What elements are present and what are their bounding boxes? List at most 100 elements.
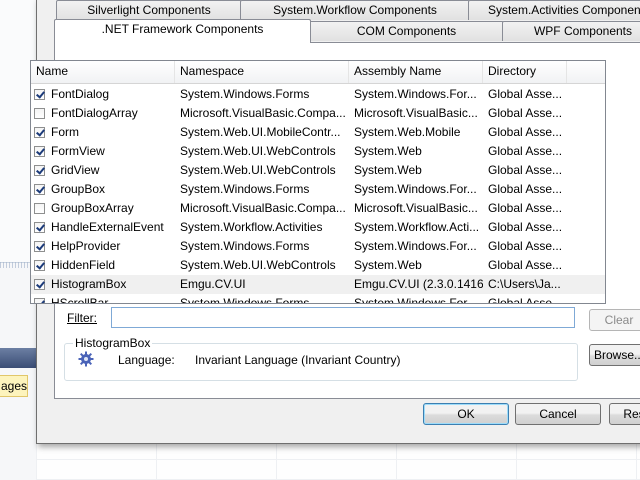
ok-button[interactable]: OK <box>423 403 509 425</box>
list-item[interactable]: Form System.Web.UI.MobileContr... System.W… <box>31 123 605 142</box>
list-item[interactable]: FontDialog System.Windows.Forms System.Win… <box>31 85 605 104</box>
namespace-cell: System.Workflow.Activities <box>180 220 323 234</box>
component-checkbox[interactable] <box>34 241 45 252</box>
assembly-cell: System.Windows.For... <box>354 182 477 196</box>
directory-cell: Global Asse... <box>488 163 563 177</box>
directory-cell: Global Asse... <box>488 220 563 234</box>
list-item[interactable]: GroupBoxArray Microsoft.VisualBasic.Compa… <box>31 199 605 218</box>
component-name: HScrollBar <box>51 296 109 304</box>
namespace-cell: Microsoft.VisualBasic.Compa... <box>180 201 346 215</box>
component-checkbox[interactable] <box>34 298 45 303</box>
column-header-directory[interactable]: Directory <box>483 61 567 83</box>
assembly-cell: System.Web <box>354 258 422 272</box>
name-cell: HiddenField <box>31 256 175 275</box>
tab-wpf-components[interactable]: WPF Components <box>502 21 640 41</box>
list-item[interactable]: FormView System.Web.UI.WebControls System.… <box>31 142 605 161</box>
tab-silverlight-components[interactable]: Silverlight Components <box>56 0 242 20</box>
name-cell: Form <box>31 123 175 142</box>
tab-net-framework-components[interactable]: .NET Framework Components <box>54 19 311 43</box>
list-item[interactable]: HiddenField System.Web.UI.WebControls Syst… <box>31 256 605 275</box>
component-name: Form <box>51 125 79 139</box>
assembly-cell: Emgu.CV.UI (2.3.0.1416) <box>354 277 483 291</box>
list-item[interactable]: HistogramBox Emgu.CV.UI Emgu.CV.UI (2.3.0.… <box>31 275 605 294</box>
list-item[interactable]: HScrollBar System.Windows.Forms System.Win… <box>31 294 605 304</box>
component-checkbox[interactable] <box>34 127 45 138</box>
component-checkbox[interactable] <box>34 165 45 176</box>
component-name: HelpProvider <box>51 239 121 253</box>
list-item[interactable]: GroupBox System.Windows.Forms System.Windo… <box>31 180 605 199</box>
component-checkbox[interactable] <box>34 184 45 195</box>
namespace-cell: System.Windows.Forms <box>180 296 310 304</box>
component-checkbox[interactable] <box>34 146 45 157</box>
component-name: HandleExternalEvent <box>51 220 164 234</box>
assembly-cell: System.Windows.For... <box>354 296 477 304</box>
namespace-cell: System.Web.UI.MobileContr... <box>180 125 341 139</box>
tab-row-top: Silverlight Components System.Workflow C… <box>56 0 640 20</box>
components-list[interactable]: Name Namespace Assembly Name Directory F… <box>30 60 606 304</box>
component-name: HiddenField <box>51 258 116 272</box>
cancel-button[interactable]: Cancel <box>515 403 601 425</box>
directory-cell: Global Asse... <box>488 125 563 139</box>
component-info-title: HistogramBox <box>73 336 153 350</box>
directory-cell: Global Asse... <box>488 239 563 253</box>
assembly-cell: Microsoft.VisualBasic... <box>354 201 478 215</box>
component-checkbox[interactable] <box>34 222 45 233</box>
filter-input[interactable] <box>111 307 575 328</box>
namespace-cell: System.Web.UI.WebControls <box>180 163 336 177</box>
reset-button[interactable]: Reset <box>609 403 640 425</box>
assembly-cell: System.Web.Mobile <box>354 125 461 139</box>
name-cell: HelpProvider <box>31 237 175 256</box>
list-item[interactable]: FontDialogArray Microsoft.VisualBasic.Com… <box>31 104 605 123</box>
namespace-cell: System.Windows.Forms <box>180 182 310 196</box>
component-name: HistogramBox <box>51 277 127 291</box>
filter-label: Filter: <box>67 311 97 325</box>
component-name: FontDialogArray <box>51 106 138 120</box>
directory-cell: Global Asse... <box>488 106 563 120</box>
name-cell: GroupBoxArray <box>31 199 175 218</box>
tab-system-workflow-components[interactable]: System.Workflow Components <box>240 0 470 20</box>
namespace-cell: System.Windows.Forms <box>180 87 310 101</box>
name-cell: HScrollBar <box>31 294 175 304</box>
name-cell: FontDialogArray <box>31 104 175 123</box>
column-header-name[interactable]: Name <box>31 61 175 83</box>
clear-button[interactable]: Clear <box>589 309 640 331</box>
component-checkbox[interactable] <box>34 89 45 100</box>
tab-system-activities-components[interactable]: System.Activities Components <box>468 0 640 20</box>
component-name: FontDialog <box>51 87 110 101</box>
assembly-cell: System.Workflow.Acti... <box>354 220 480 234</box>
assembly-cell: System.Windows.For... <box>354 87 477 101</box>
ide-grid-area <box>36 442 640 480</box>
browse-button[interactable]: Browse... <box>589 344 640 366</box>
name-cell: GridView <box>31 161 175 180</box>
tab-row-bottom: .NET Framework Components COM Components… <box>54 19 640 43</box>
namespace-cell: Emgu.CV.UI <box>180 277 246 291</box>
namespace-cell: System.Web.UI.WebControls <box>180 258 336 272</box>
directory-cell: Global Asse... <box>488 182 563 196</box>
component-name: GridView <box>51 163 100 177</box>
assembly-cell: System.Windows.For... <box>354 239 477 253</box>
list-item[interactable]: GridView System.Web.UI.WebControls System.… <box>31 161 605 180</box>
language-label: Language: <box>118 353 175 367</box>
list-header: Name Namespace Assembly Name Directory <box>31 61 605 84</box>
component-checkbox[interactable] <box>34 108 45 119</box>
ide-tab[interactable]: ages <box>0 375 28 397</box>
list-item[interactable]: HandleExternalEvent System.Workflow.Activ… <box>31 218 605 237</box>
language-value: Invariant Language (Invariant Country) <box>195 353 401 367</box>
namespace-cell: System.Windows.Forms <box>180 239 310 253</box>
gear-icon <box>78 351 94 367</box>
component-checkbox[interactable] <box>34 260 45 271</box>
directory-cell: Global Asse... <box>488 258 563 272</box>
name-cell: HistogramBox <box>31 275 175 294</box>
name-cell: FormView <box>31 142 175 161</box>
component-checkbox[interactable] <box>34 279 45 290</box>
component-name: FormView <box>51 144 105 158</box>
component-checkbox[interactable] <box>34 203 45 214</box>
list-item[interactable]: HelpProvider System.Windows.Forms System.W… <box>31 237 605 256</box>
component-name: GroupBox <box>51 182 106 196</box>
column-header-assembly-name[interactable]: Assembly Name <box>349 61 483 83</box>
ide-toolbar <box>0 348 36 368</box>
directory-cell: Global Asse... <box>488 144 563 158</box>
tab-com-components[interactable]: COM Components <box>309 21 504 41</box>
namespace-cell: System.Web.UI.WebControls <box>180 144 336 158</box>
column-header-namespace[interactable]: Namespace <box>175 61 349 83</box>
